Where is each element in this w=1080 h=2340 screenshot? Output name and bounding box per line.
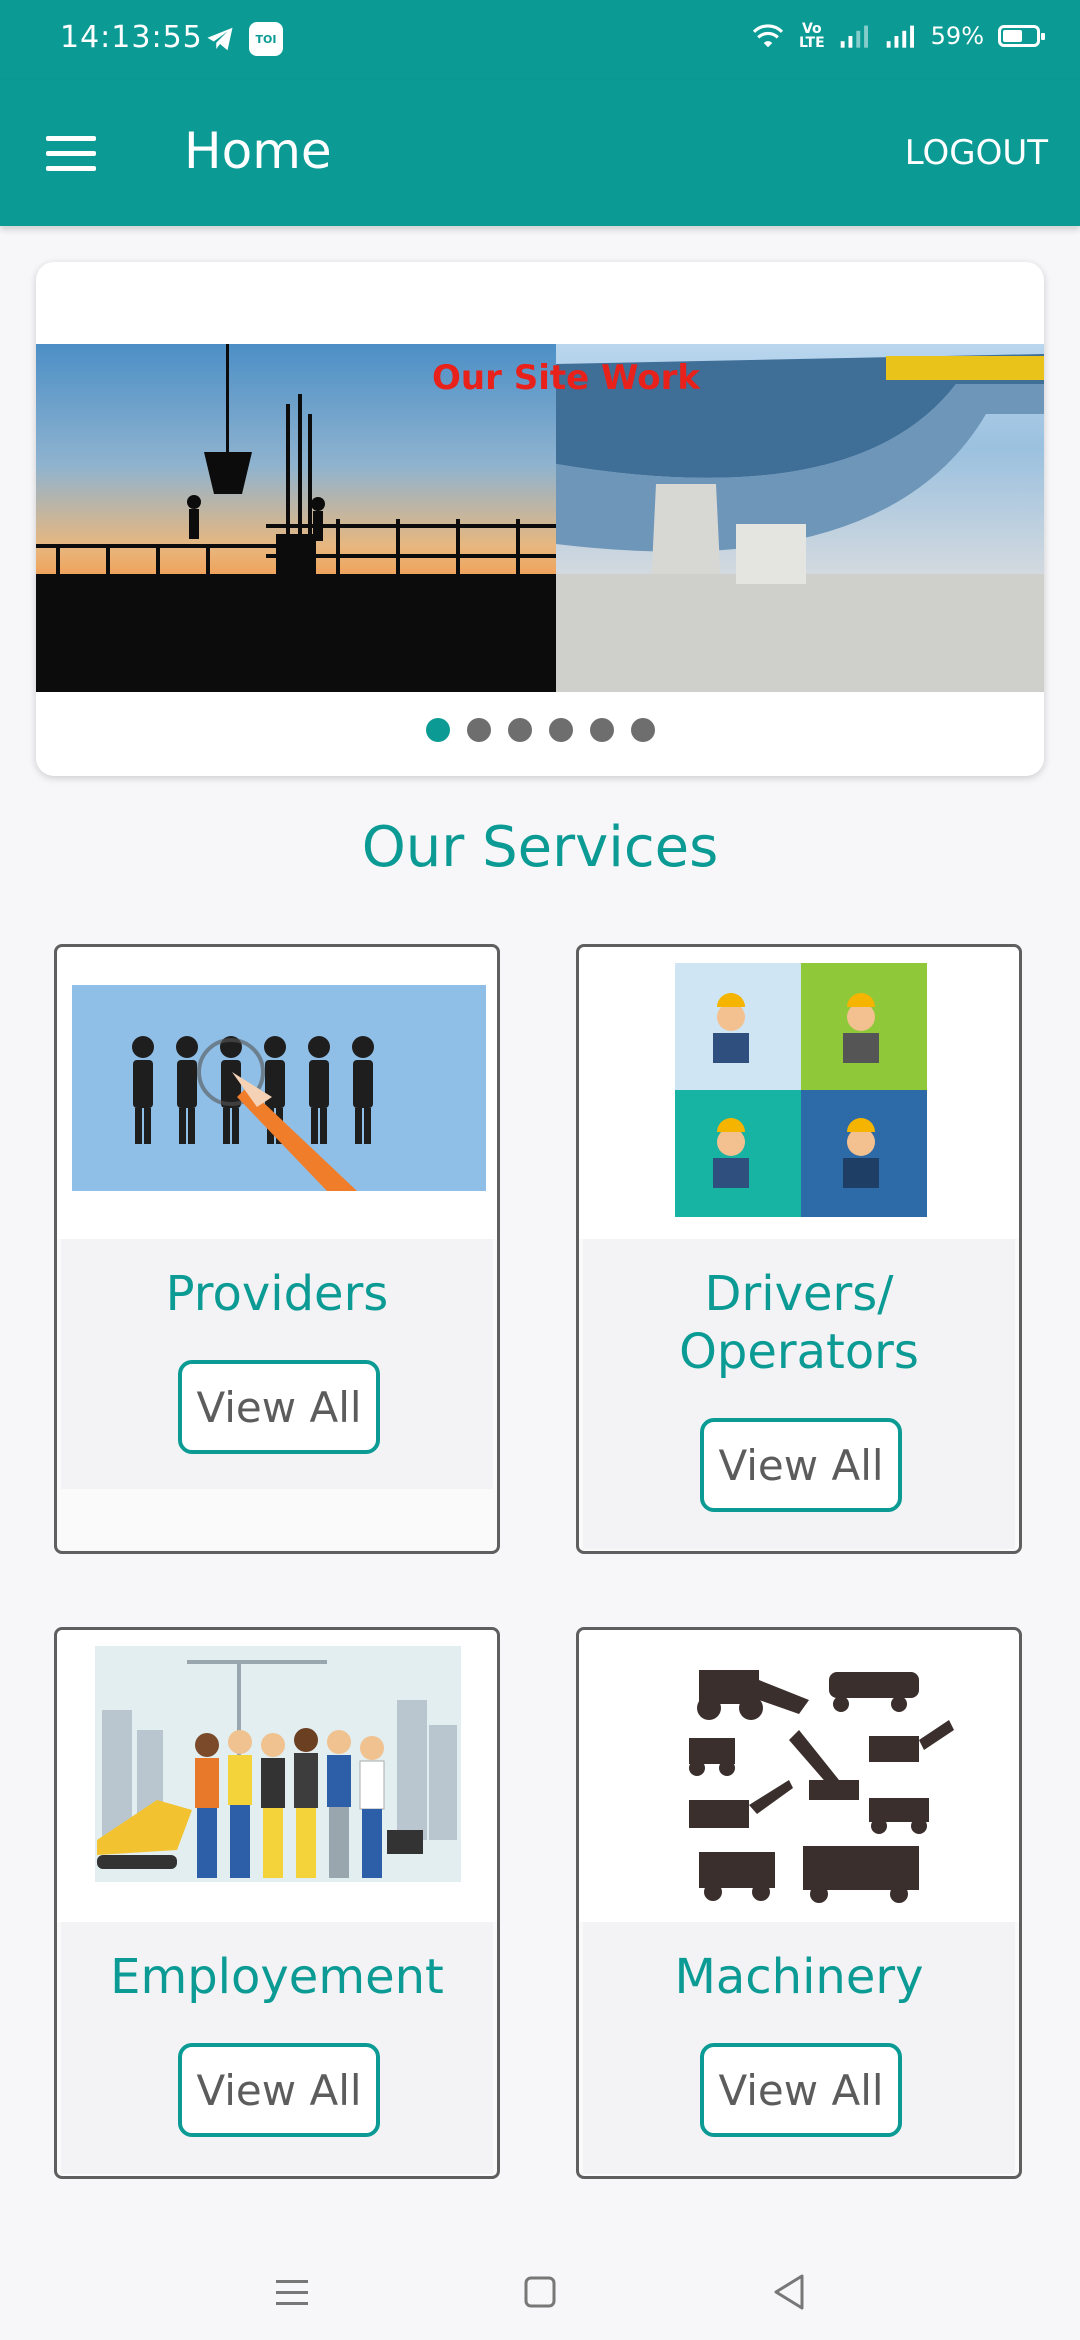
card-label-operators: Operators bbox=[679, 1324, 919, 1380]
employement-image bbox=[57, 1630, 497, 1922]
service-card-employement[interactable]: Employement View All bbox=[54, 1627, 500, 2179]
status-time: 14:13:55 bbox=[60, 20, 203, 55]
signal-icon bbox=[886, 25, 914, 48]
drivers-operators-view-all-button[interactable]: View All bbox=[700, 1418, 902, 1512]
service-card-machinery[interactable]: Machinery View All bbox=[576, 1627, 1022, 2179]
machinery-image bbox=[579, 1630, 1019, 1922]
carousel-indicator bbox=[36, 718, 1044, 742]
back-icon[interactable] bbox=[758, 2262, 818, 2322]
logout-button[interactable]: LOGOUT bbox=[905, 133, 1048, 173]
carousel-dot[interactable] bbox=[507, 718, 532, 742]
carousel-dot[interactable] bbox=[548, 718, 573, 742]
providers-view-all-button[interactable]: View All bbox=[178, 1360, 380, 1454]
wifi-icon bbox=[752, 24, 784, 48]
battery-percent: 59% bbox=[930, 22, 984, 50]
providers-image bbox=[57, 947, 497, 1239]
carousel-dot[interactable] bbox=[589, 718, 614, 742]
service-card-providers[interactable]: Providers View All bbox=[54, 944, 500, 1554]
volte-icon: Vo LTE bbox=[798, 21, 825, 51]
card-label-machinery: Machinery bbox=[674, 1949, 924, 2005]
carousel-dot[interactable] bbox=[425, 718, 450, 742]
image-carousel[interactable]: Our Site Work bbox=[36, 262, 1044, 776]
app-bar: Home LOGOUT bbox=[0, 80, 1080, 226]
status-notification-icons: TOI bbox=[205, 22, 283, 56]
machinery-view-all-button[interactable]: View All bbox=[700, 2043, 902, 2137]
recents-icon[interactable] bbox=[262, 2262, 322, 2322]
card-label-providers: Providers bbox=[165, 1266, 389, 1322]
menu-icon[interactable] bbox=[46, 136, 98, 172]
telegram-icon bbox=[207, 27, 233, 51]
status-bar: 14:13:55 TOI Vo LTE 59% bbox=[0, 0, 1080, 80]
services-heading: Our Services bbox=[361, 815, 719, 880]
carousel-dot[interactable] bbox=[466, 718, 491, 742]
home-icon[interactable] bbox=[510, 2262, 570, 2322]
drivers-operators-image bbox=[579, 947, 1019, 1239]
toi-icon: TOI bbox=[249, 22, 283, 56]
card-label-drivers: Drivers/ bbox=[704, 1266, 894, 1322]
status-system-icons: Vo LTE 59% bbox=[751, 21, 1045, 51]
page-title: Home bbox=[184, 122, 332, 180]
employement-view-all-button[interactable]: View All bbox=[178, 2043, 380, 2137]
signal-icon bbox=[840, 25, 868, 48]
carousel-dot[interactable] bbox=[630, 718, 655, 742]
carousel-slide[interactable]: Our Site Work bbox=[36, 344, 1044, 692]
service-card-drivers-operators[interactable]: Drivers/ Operators View All bbox=[576, 944, 1022, 1554]
carousel-caption: Our Site Work bbox=[432, 358, 701, 398]
system-navigation-bar bbox=[0, 2240, 1080, 2340]
battery-icon bbox=[998, 25, 1045, 47]
card-label-employement: Employement bbox=[110, 1949, 444, 2005]
